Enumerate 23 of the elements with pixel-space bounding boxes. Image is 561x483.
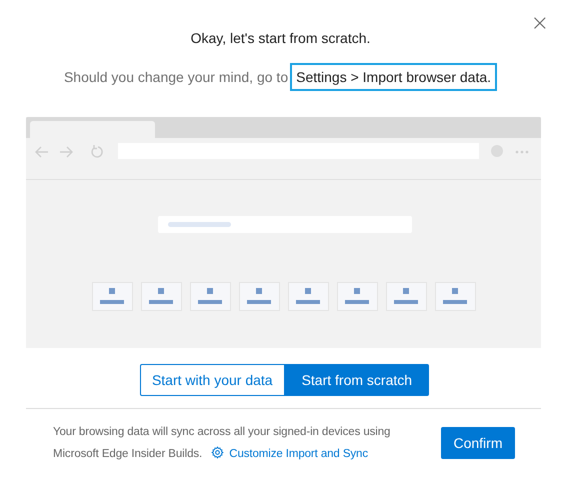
sync-notice-line: Your browsing data will sync across all your signed-in devices using <box>53 426 390 438</box>
site-tile-icon <box>288 282 328 311</box>
choice-toggle[interactable]: Start from scratch <box>284 364 430 396</box>
site-tile-icon <box>190 282 230 311</box>
close-button[interactable]: × <box>526 12 553 36</box>
site-tile-icon <box>92 282 132 311</box>
refresh-icon <box>90 145 104 159</box>
hint-text: Should you change your mind, go to <box>64 69 288 85</box>
site-tile-icon <box>434 282 476 311</box>
back-arrow-icon <box>34 145 50 159</box>
more-icon <box>515 150 529 154</box>
settings-icon <box>211 446 224 459</box>
forward-arrow-icon <box>58 145 74 159</box>
customize-link[interactable]: Customize Import and Sync <box>211 448 368 460</box>
confirm-button[interactable]: Confirm <box>441 427 515 459</box>
site-tile-icon <box>238 282 280 311</box>
choice-toggle[interactable]: Start with your data <box>140 364 285 396</box>
dialog-title: Okay, let's start from scratch. <box>190 29 372 48</box>
site-tile-icon <box>140 282 182 311</box>
settings-path: Settings > Import browser data. <box>290 63 498 91</box>
site-tile-icon <box>336 282 378 311</box>
sync-notice-line: Microsoft Edge Insider Builds. <box>53 448 202 460</box>
site-tile-icon <box>386 282 426 311</box>
